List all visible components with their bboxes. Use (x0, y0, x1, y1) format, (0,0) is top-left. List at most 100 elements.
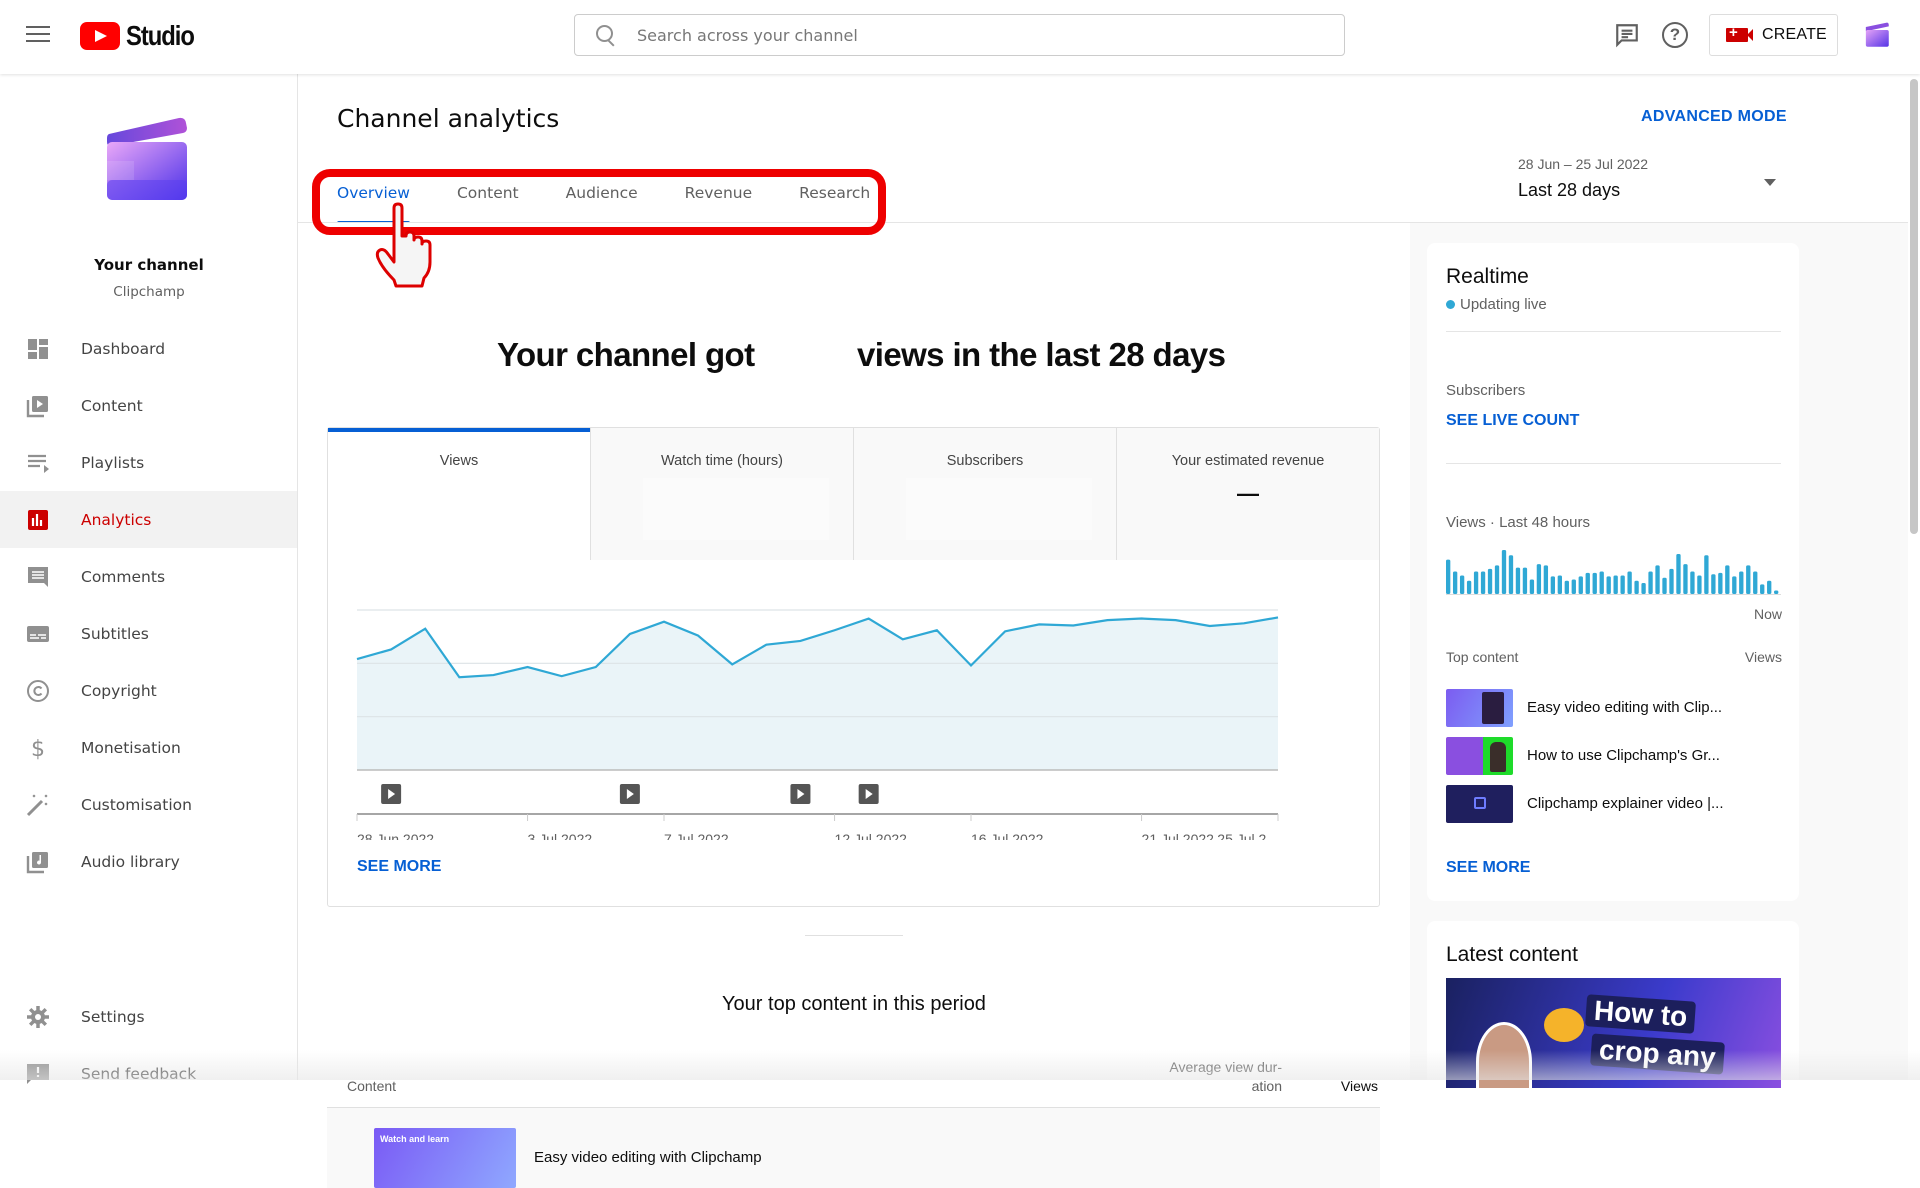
realtime-bar[interactable] (1579, 576, 1583, 594)
realtime-bar[interactable] (1481, 572, 1485, 594)
column-header-views[interactable]: Views (1308, 1078, 1378, 1094)
realtime-bar[interactable] (1509, 555, 1513, 594)
realtime-bar[interactable] (1614, 576, 1618, 594)
search-bar[interactable] (574, 14, 1345, 56)
see-live-count-button[interactable]: SEE LIVE COUNT (1446, 412, 1579, 430)
realtime-bar[interactable] (1711, 574, 1715, 594)
tab-research[interactable]: Research (799, 184, 870, 224)
column-header-avg-duration[interactable]: Average view dur- ation (1098, 1058, 1282, 1096)
realtime-bar[interactable] (1620, 576, 1624, 594)
studio-logo[interactable]: Studio (80, 20, 206, 52)
realtime-bar[interactable] (1704, 555, 1708, 594)
realtime-bar[interactable] (1544, 565, 1548, 594)
realtime-bar[interactable] (1530, 579, 1534, 594)
menu-icon[interactable] (26, 26, 50, 44)
sidebar-item-settings[interactable]: Settings (0, 988, 297, 1045)
realtime-bar[interactable] (1655, 565, 1659, 594)
metric-views[interactable]: Views (328, 428, 590, 560)
column-header-content[interactable]: Content (347, 1078, 396, 1094)
sidebar-item-content[interactable]: Content (0, 377, 297, 434)
realtime-bar[interactable] (1495, 565, 1499, 594)
sidebar-item-send-feedback[interactable]: Send feedback (0, 1045, 297, 1102)
realtime-bar[interactable] (1641, 583, 1645, 594)
table-row[interactable]: Watch and learn Easy video editing with … (327, 1108, 1380, 1188)
realtime-bar[interactable] (1690, 572, 1694, 594)
sidebar-item-playlists[interactable]: Playlists (0, 434, 297, 491)
video-marker[interactable] (381, 784, 401, 804)
realtime-bar[interactable] (1732, 576, 1736, 594)
realtime-bar[interactable] (1648, 572, 1652, 594)
realtime-bar[interactable] (1739, 572, 1743, 594)
realtime-bar[interactable] (1558, 576, 1562, 594)
create-button[interactable]: CREATE (1709, 14, 1838, 56)
account-avatar[interactable] (1864, 22, 1890, 48)
see-more-button[interactable]: SEE MORE (1446, 859, 1530, 877)
sidebar-item-comments[interactable]: Comments (0, 548, 297, 605)
metric-subscribers[interactable]: Subscribers (853, 428, 1116, 560)
tab-revenue[interactable]: Revenue (685, 184, 753, 224)
search-input[interactable] (637, 26, 1287, 45)
realtime-bar[interactable] (1523, 568, 1527, 594)
video-marker[interactable] (790, 784, 810, 804)
realtime-bar[interactable] (1753, 572, 1757, 594)
realtime-bar[interactable] (1697, 576, 1701, 594)
tab-overview[interactable]: Overview (337, 184, 410, 224)
date-range-picker[interactable]: 28 Jun – 25 Jul 2022 Last 28 days (1518, 156, 1778, 201)
top-content-item[interactable]: Clipchamp explainer video |... (1446, 785, 1781, 823)
realtime-bar[interactable] (1593, 573, 1597, 594)
sidebar-item-audio-library[interactable]: Audio library (0, 833, 297, 890)
sidebar-item-analytics[interactable]: Analytics (0, 491, 297, 548)
realtime-bar[interactable] (1669, 569, 1673, 594)
realtime-bar[interactable] (1502, 550, 1506, 594)
realtime-bar[interactable] (1746, 565, 1750, 594)
realtime-bar[interactable] (1634, 581, 1638, 594)
realtime-bar[interactable] (1446, 560, 1450, 594)
scrollbar[interactable] (1908, 74, 1920, 1080)
tab-content[interactable]: Content (457, 184, 519, 224)
sidebar-item-customisation[interactable]: Customisation (0, 776, 297, 833)
realtime-bar[interactable] (1586, 573, 1590, 594)
realtime-bar[interactable] (1683, 564, 1687, 594)
sidebar-item-dashboard[interactable]: Dashboard (0, 320, 297, 377)
feedback-icon[interactable] (1614, 22, 1640, 48)
realtime-bar[interactable] (1453, 572, 1457, 594)
video-marker[interactable] (859, 784, 879, 804)
realtime-bar[interactable] (1460, 576, 1464, 594)
realtime-bar[interactable] (1467, 581, 1471, 594)
realtime-bar[interactable] (1718, 573, 1722, 594)
scrollbar-thumb[interactable] (1910, 79, 1918, 534)
realtime-bar[interactable] (1572, 579, 1576, 594)
realtime-bar[interactable] (1725, 565, 1729, 594)
realtime-bar[interactable] (1774, 590, 1778, 594)
latest-video-thumbnail[interactable]: How to crop any (1446, 978, 1781, 1088)
realtime-bar[interactable] (1516, 568, 1520, 594)
realtime-bar[interactable] (1767, 581, 1771, 594)
metric-watch-time[interactable]: Watch time (hours) (590, 428, 853, 560)
realtime-bar[interactable] (1627, 572, 1631, 594)
video-title[interactable]: Easy video editing with Clipchamp (534, 1149, 762, 1166)
realtime-bar[interactable] (1488, 569, 1492, 594)
realtime-bar[interactable] (1474, 572, 1478, 594)
tab-audience[interactable]: Audience (566, 184, 638, 224)
see-more-button[interactable]: SEE MORE (357, 858, 441, 876)
channel-avatar[interactable] (105, 116, 189, 200)
sidebar-item-subtitles[interactable]: Subtitles (0, 605, 297, 662)
realtime-bar[interactable] (1662, 578, 1666, 594)
metric-estimated-revenue[interactable]: Your estimated revenue — (1116, 428, 1379, 560)
video-marker[interactable] (620, 784, 640, 804)
realtime-bar[interactable] (1607, 576, 1611, 594)
sidebar-item-copyright[interactable]: Copyright (0, 662, 297, 719)
realtime-bar[interactable] (1600, 572, 1604, 594)
top-content-item[interactable]: Easy video editing with Clip... (1446, 689, 1781, 727)
realtime-bar[interactable] (1565, 581, 1569, 594)
realtime-bar[interactable] (1537, 564, 1541, 594)
help-icon[interactable]: ? (1662, 22, 1688, 48)
realtime-bar[interactable] (1760, 584, 1764, 594)
top-content-item[interactable]: How to use Clipchamp's Gr... (1446, 737, 1781, 775)
realtime-bar[interactable] (1551, 576, 1555, 594)
advanced-mode-button[interactable]: ADVANCED MODE (1641, 108, 1787, 126)
sidebar-item-monetisation[interactable]: $ Monetisation (0, 719, 297, 776)
chart-x-tick-label: 7 Jul 2022 (664, 831, 729, 840)
sidebar-item-label: Audio library (81, 853, 180, 871)
realtime-bar[interactable] (1676, 554, 1680, 594)
